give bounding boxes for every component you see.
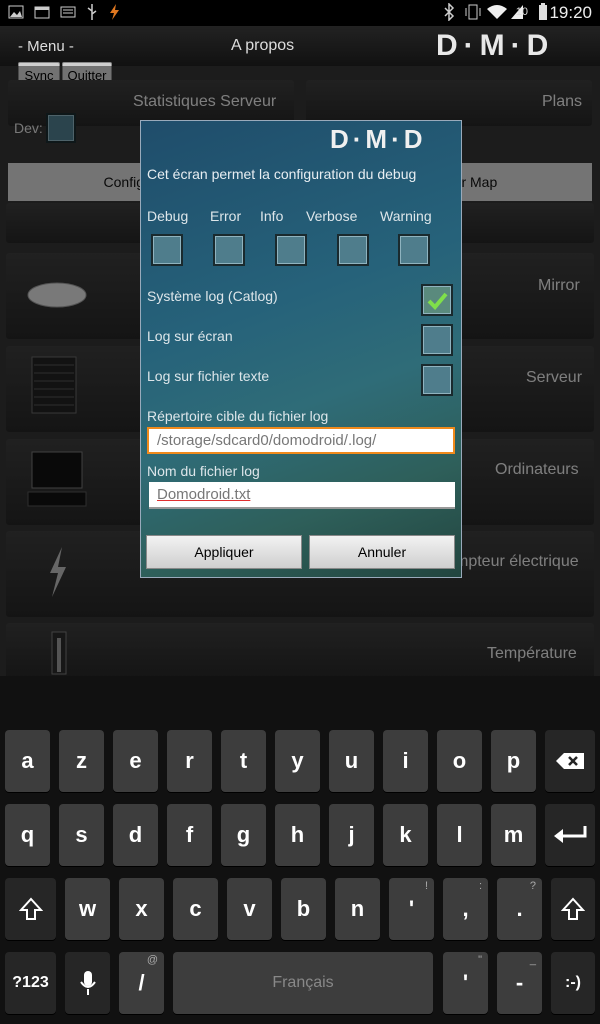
key-apostrophe-label: '	[408, 896, 415, 921]
key-apostrophe-2[interactable]: ' "	[443, 952, 488, 1014]
log-name-label: Nom du fichier log	[147, 463, 260, 479]
verbose-checkbox[interactable]	[337, 234, 369, 266]
level-label-error: Error	[210, 208, 242, 224]
key-apostrophe-2-label: '	[462, 970, 469, 995]
vibrate-icon	[465, 4, 481, 20]
key-b[interactable]: b	[281, 878, 326, 940]
key-q[interactable]: q	[5, 804, 50, 866]
key-m[interactable]: m	[491, 804, 536, 866]
key-comma-label: ,	[462, 896, 469, 921]
level-label-verbose: Verbose	[306, 208, 358, 224]
enter-key[interactable]	[545, 804, 595, 866]
calendar-notification-icon	[34, 6, 50, 19]
key-c[interactable]: c	[173, 878, 218, 940]
key-h[interactable]: h	[275, 804, 320, 866]
bluetooth-icon	[444, 3, 455, 21]
key-apostrophe[interactable]: '!	[389, 878, 434, 940]
log-dir-label: Répertoire cible du fichier log	[147, 408, 329, 424]
battery-percent: 10	[515, 6, 528, 18]
enter-icon	[554, 826, 587, 843]
key-period-hint: ?	[529, 880, 536, 892]
key-a[interactable]: a	[5, 730, 50, 792]
key-comma[interactable]: ,:	[443, 878, 488, 940]
menu-button[interactable]: - Menu -	[18, 38, 74, 55]
error-checkbox[interactable]	[213, 234, 245, 266]
key-y[interactable]: y	[275, 730, 320, 792]
apply-button[interactable]: Appliquer	[146, 535, 302, 569]
shift-key-right[interactable]	[551, 878, 595, 940]
screen-log-label: Log sur écran	[147, 328, 233, 344]
key-j[interactable]: j	[329, 804, 374, 866]
log-name-value: Domodroid.txt	[157, 486, 251, 503]
log-name-input[interactable]: Domodroid.txt	[149, 482, 455, 509]
backspace-icon	[556, 753, 584, 769]
key-apostrophe-hint: !	[424, 880, 428, 892]
key-u[interactable]: u	[329, 730, 374, 792]
key-o[interactable]: o	[437, 730, 482, 792]
file-log-label: Log sur fichier texte	[147, 368, 270, 384]
key-slash[interactable]: / @	[119, 952, 164, 1014]
key-period-label: .	[516, 896, 523, 921]
key-i[interactable]: i	[383, 730, 428, 792]
file-log-checkbox[interactable]	[421, 364, 453, 396]
info-checkbox[interactable]	[275, 234, 307, 266]
key-e[interactable]: e	[113, 730, 158, 792]
microphone-icon	[79, 971, 96, 995]
catlog-checkbox[interactable]	[421, 284, 453, 316]
key-l[interactable]: l	[437, 804, 482, 866]
smiley-key[interactable]: :-)	[551, 952, 595, 1014]
shift-icon	[561, 897, 585, 920]
shift-icon	[18, 897, 43, 920]
key-k[interactable]: k	[383, 804, 428, 866]
debug-config-dialog	[140, 120, 462, 578]
wifi-icon	[487, 5, 507, 19]
usb-icon	[87, 4, 97, 20]
screen-log-checkbox[interactable]	[421, 324, 453, 356]
catlog-label: Système log (Catlog)	[147, 288, 278, 304]
log-dir-input[interactable]: /storage/sdcard0/domodroid/.log/	[147, 427, 455, 454]
key-period[interactable]: .?	[497, 878, 542, 940]
key-comma-hint: :	[478, 880, 482, 892]
backspace-key[interactable]	[545, 730, 595, 792]
warning-checkbox[interactable]	[398, 234, 430, 266]
dialog-intro: Cet écran permet la configuration du deb…	[147, 166, 417, 182]
cancel-button[interactable]: Annuler	[309, 535, 455, 569]
symbols-key[interactable]: ?123	[5, 952, 56, 1014]
key-d[interactable]: d	[113, 804, 158, 866]
battery-icon	[539, 3, 547, 20]
key-p[interactable]: p	[491, 730, 536, 792]
checkmark-icon	[427, 292, 448, 310]
key-t[interactable]: t	[221, 730, 266, 792]
key-n[interactable]: n	[335, 878, 380, 940]
key-z[interactable]: z	[59, 730, 104, 792]
key-s[interactable]: s	[59, 804, 104, 866]
key-dash-label: -	[515, 970, 524, 995]
key-slash-hint: @	[146, 954, 158, 966]
key-v[interactable]: v	[227, 878, 272, 940]
shift-key-left[interactable]	[5, 878, 56, 940]
keyboard-notification-icon	[60, 6, 76, 18]
dialog-logo: D·M·D	[330, 124, 427, 154]
debug-checkbox[interactable]	[151, 234, 183, 266]
key-x[interactable]: x	[119, 878, 164, 940]
key-f[interactable]: f	[167, 804, 212, 866]
level-label-warning: Warning	[380, 208, 432, 224]
key-w[interactable]: w	[65, 878, 110, 940]
voice-input-key[interactable]	[65, 952, 110, 1014]
key-r[interactable]: r	[167, 730, 212, 792]
key-slash-label: /	[138, 970, 145, 995]
key-apostrophe-2-hint: "	[478, 954, 482, 966]
page-title: A propos	[231, 37, 295, 54]
space-key[interactable]: Français	[173, 952, 433, 1014]
image-notification-icon	[8, 5, 24, 19]
app-logo: D·M·D	[436, 29, 555, 62]
flash-notification-icon	[110, 4, 119, 20]
level-label-debug: Debug	[147, 208, 189, 224]
key-g[interactable]: g	[221, 804, 266, 866]
clock: 19:20	[549, 3, 592, 22]
status-bar: 10 19:20	[0, 0, 600, 26]
level-label-info: Info	[260, 208, 284, 224]
key-dash[interactable]: - _	[497, 952, 542, 1014]
key-dash-hint: _	[529, 954, 536, 966]
